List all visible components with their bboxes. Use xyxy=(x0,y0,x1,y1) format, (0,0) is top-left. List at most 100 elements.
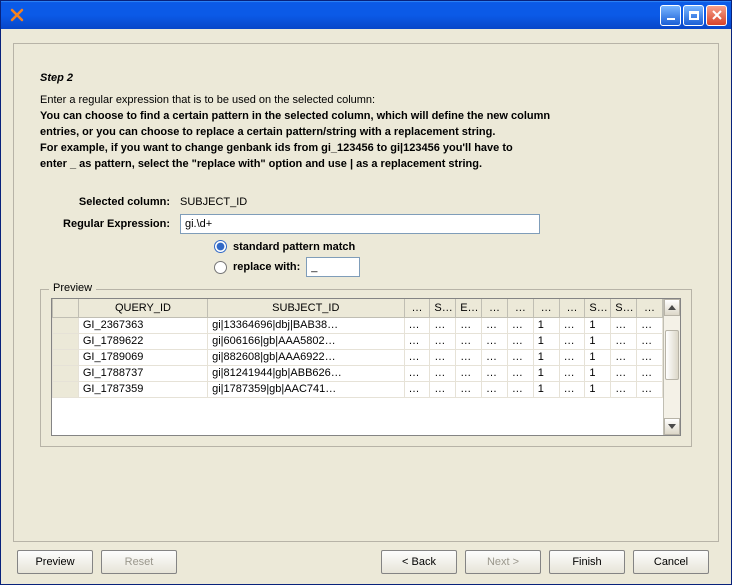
window-buttons xyxy=(660,5,727,26)
table-cell: … xyxy=(611,381,637,397)
back-button[interactable]: < Back xyxy=(381,550,457,574)
main-panel: Step 2 Enter a regular expression that i… xyxy=(13,43,719,542)
form-block: Selected column: SUBJECT_ID Regular Expr… xyxy=(40,196,692,277)
instruction-bold-3: For example, if you want to change genba… xyxy=(40,142,692,154)
scroll-track[interactable] xyxy=(664,316,680,418)
selected-column-row: Selected column: SUBJECT_ID xyxy=(40,196,692,208)
scroll-up-button[interactable] xyxy=(664,299,680,316)
vertical-scrollbar[interactable] xyxy=(663,299,680,435)
table-cell: GI_1789622 xyxy=(78,333,207,349)
table-cell: 1 xyxy=(585,365,611,381)
scroll-down-button[interactable] xyxy=(664,418,680,435)
table-cell: … xyxy=(507,317,533,333)
table-cell: … xyxy=(637,333,663,349)
table-header-row: QUERY_ID SUBJECT_ID … S… E… … … … … S… xyxy=(53,299,663,317)
button-bar-right: < Back Next > Finish Cancel xyxy=(381,550,709,574)
selected-column-label: Selected column: xyxy=(40,196,180,208)
table-cell: … xyxy=(482,349,508,365)
minimize-button[interactable] xyxy=(660,5,681,26)
col-header[interactable]: … xyxy=(637,299,663,317)
cancel-button[interactable]: Cancel xyxy=(633,550,709,574)
table-row[interactable]: GI_1789622gi|606166|gb|AAA5802………………1…1…… xyxy=(53,333,663,349)
table-cell: … xyxy=(430,365,456,381)
button-bar: Preview Reset < Back Next > Finish Cance… xyxy=(13,542,719,574)
preview-table-scroller: QUERY_ID SUBJECT_ID … S… E… … … … … S… xyxy=(52,299,663,435)
table-cell: … xyxy=(456,317,482,333)
row-header-cell xyxy=(53,381,79,397)
col-header[interactable]: E… xyxy=(456,299,482,317)
col-header[interactable]: S… xyxy=(585,299,611,317)
preview-legend: Preview xyxy=(49,282,96,294)
instruction-line-1: Enter a regular expression that is to be… xyxy=(40,94,692,106)
col-header[interactable]: QUERY_ID xyxy=(78,299,207,317)
table-cell: 1 xyxy=(533,381,559,397)
table-cell: … xyxy=(637,381,663,397)
table-cell: … xyxy=(611,317,637,333)
col-header[interactable]: S… xyxy=(430,299,456,317)
col-header[interactable]: S… xyxy=(611,299,637,317)
standard-match-radio[interactable] xyxy=(214,240,227,253)
table-cell: … xyxy=(430,349,456,365)
scroll-thumb[interactable] xyxy=(665,330,679,380)
table-cell: … xyxy=(456,349,482,365)
table-row[interactable]: GI_2367363gi|13364696|dbj|BAB38………………1…1… xyxy=(53,317,663,333)
row-header-cell xyxy=(53,333,79,349)
col-header[interactable]: … xyxy=(507,299,533,317)
table-cell: … xyxy=(404,381,430,397)
chevron-down-icon xyxy=(668,424,676,429)
col-header[interactable]: … xyxy=(559,299,585,317)
replace-with-radio[interactable] xyxy=(214,261,227,274)
regex-input[interactable] xyxy=(180,214,540,234)
replace-with-label: replace with: xyxy=(233,261,300,273)
button-bar-left: Preview Reset xyxy=(17,550,177,574)
table-cell: 1 xyxy=(585,333,611,349)
table-cell: 1 xyxy=(533,333,559,349)
table-cell: gi|81241944|gb|ABB626… xyxy=(208,365,404,381)
table-cell: … xyxy=(482,365,508,381)
table-cell: gi|606166|gb|AAA5802… xyxy=(208,333,404,349)
table-cell: … xyxy=(559,349,585,365)
table-cell: … xyxy=(507,381,533,397)
chevron-up-icon xyxy=(668,305,676,310)
table-cell: … xyxy=(430,333,456,349)
col-header[interactable]: … xyxy=(404,299,430,317)
table-row[interactable]: GI_1787359gi|1787359|gb|AAC741………………1…1…… xyxy=(53,381,663,397)
table-cell: … xyxy=(559,333,585,349)
table-cell: … xyxy=(456,365,482,381)
maximize-button[interactable] xyxy=(683,5,704,26)
row-header-cell xyxy=(53,349,79,365)
titlebar-left xyxy=(5,7,29,23)
col-header[interactable]: … xyxy=(533,299,559,317)
instruction-bold-4: enter _ as pattern, select the "replace … xyxy=(40,158,692,170)
table-cell: 1 xyxy=(533,317,559,333)
table-cell: … xyxy=(482,333,508,349)
close-button[interactable] xyxy=(706,5,727,26)
table-cell: GI_1788737 xyxy=(78,365,207,381)
table-cell: GI_1789069 xyxy=(78,349,207,365)
preview-fieldset: Preview QUERY_ID SUBJECT_ID … S… xyxy=(40,289,692,447)
col-header[interactable]: … xyxy=(482,299,508,317)
step-title: Step 2 xyxy=(40,72,692,84)
col-header[interactable]: SUBJECT_ID xyxy=(208,299,404,317)
table-cell: gi|13364696|dbj|BAB38… xyxy=(208,317,404,333)
reset-button[interactable]: Reset xyxy=(101,550,177,574)
table-cell: … xyxy=(637,365,663,381)
table-row[interactable]: GI_1788737gi|81241944|gb|ABB626………………1…1… xyxy=(53,365,663,381)
preview-button[interactable]: Preview xyxy=(17,550,93,574)
table-cell: … xyxy=(611,349,637,365)
preview-table: QUERY_ID SUBJECT_ID … S… E… … … … … S… xyxy=(52,299,663,398)
table-cell: … xyxy=(404,333,430,349)
standard-match-label: standard pattern match xyxy=(233,241,355,253)
table-row[interactable]: GI_1789069gi|882608|gb|AAA6922………………1…1…… xyxy=(53,349,663,365)
table-cell: … xyxy=(559,381,585,397)
finish-button[interactable]: Finish xyxy=(549,550,625,574)
table-cell: GI_1787359 xyxy=(78,381,207,397)
table-cell: 1 xyxy=(585,317,611,333)
table-cell: … xyxy=(430,381,456,397)
replace-with-input[interactable] xyxy=(306,257,360,277)
table-cell: … xyxy=(559,365,585,381)
next-button[interactable]: Next > xyxy=(465,550,541,574)
table-cell: … xyxy=(637,349,663,365)
table-cell: … xyxy=(404,365,430,381)
table-cell: 1 xyxy=(533,365,559,381)
